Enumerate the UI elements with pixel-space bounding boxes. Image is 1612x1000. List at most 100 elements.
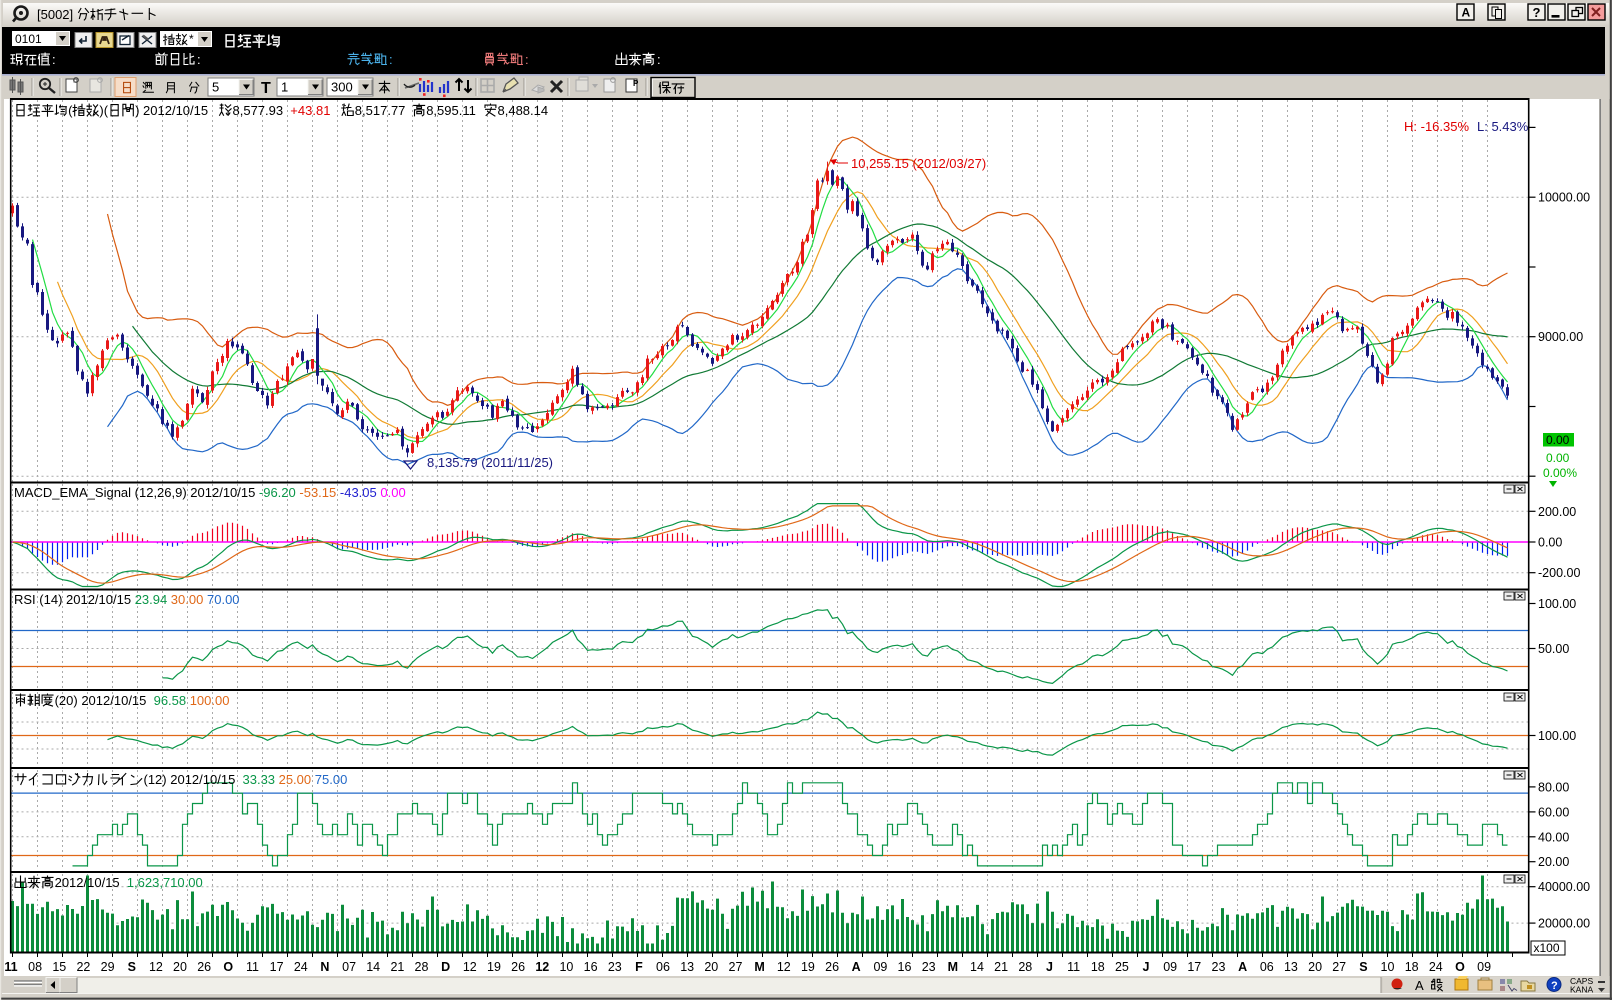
svg-text:RSI (14) 2012/10/15: RSI (14) 2012/10/15 — [14, 592, 131, 607]
svg-text:27: 27 — [1332, 960, 1346, 974]
svg-text:9000.00: 9000.00 — [1538, 330, 1583, 344]
svg-text:0.00%: 0.00% — [1543, 466, 1577, 480]
svg-text:28: 28 — [415, 960, 429, 974]
svg-text:) 2012/10/15: ) 2012/10/15 — [135, 103, 208, 118]
svg-text:S: S — [1359, 960, 1367, 974]
svg-text:A: A — [1238, 960, 1247, 974]
svg-text:-53.15: -53.15 — [299, 485, 336, 500]
svg-text:19: 19 — [487, 960, 501, 974]
svg-text:14: 14 — [970, 960, 984, 974]
svg-text:17: 17 — [270, 960, 284, 974]
svg-text:1: 1 — [281, 80, 288, 95]
svg-text:09: 09 — [1163, 960, 1177, 974]
svg-text:(20) 2012/10/15: (20) 2012/10/15 — [55, 693, 147, 708]
svg-text:25: 25 — [1115, 960, 1129, 974]
svg-text:09: 09 — [1477, 960, 1491, 974]
svg-text:19: 19 — [801, 960, 815, 974]
svg-text:11: 11 — [4, 960, 17, 974]
svg-text:1,623,710.00: 1,623,710.00 — [127, 875, 203, 890]
svg-text:+43.81: +43.81 — [290, 103, 330, 118]
svg-text:5: 5 — [212, 80, 219, 95]
svg-text:100.00: 100.00 — [1538, 729, 1576, 743]
svg-text:(12) 2012/10/15: (12) 2012/10/15 — [144, 772, 236, 787]
svg-text:07: 07 — [342, 960, 356, 974]
svg-text:21: 21 — [994, 960, 1008, 974]
svg-text:20: 20 — [173, 960, 187, 974]
svg-text:10: 10 — [559, 960, 573, 974]
svg-text:10000.00: 10000.00 — [1538, 191, 1590, 205]
svg-text:11: 11 — [1067, 960, 1080, 974]
svg-text:16: 16 — [898, 960, 912, 974]
svg-text:)(: )( — [99, 103, 108, 118]
svg-text:0.00: 0.00 — [380, 485, 405, 500]
svg-text:06: 06 — [1260, 960, 1274, 974]
svg-text:x100: x100 — [1534, 941, 1560, 955]
svg-text:300: 300 — [331, 80, 353, 95]
svg-text:[5002]: [5002] — [37, 7, 73, 22]
svg-text::: : — [52, 52, 56, 67]
svg-text:25.00: 25.00 — [279, 772, 312, 787]
svg-text::: : — [525, 52, 529, 67]
svg-text:D: D — [441, 960, 450, 974]
svg-text:0.00: 0.00 — [1546, 451, 1570, 465]
svg-text:M: M — [754, 960, 764, 974]
svg-text:MACD_EMA_Signal (12,26,9) 2012: MACD_EMA_Signal (12,26,9) 2012/10/15 — [14, 485, 255, 500]
svg-text:T: T — [261, 80, 271, 97]
svg-text:60.00: 60.00 — [1538, 805, 1569, 819]
svg-text:O: O — [1455, 960, 1465, 974]
svg-text:22: 22 — [76, 960, 90, 974]
svg-text:08: 08 — [28, 960, 42, 974]
svg-text:P: P — [633, 79, 639, 88]
svg-text:96.58: 96.58 — [154, 693, 187, 708]
svg-text:14: 14 — [366, 960, 380, 974]
svg-text:*: * — [189, 32, 194, 46]
svg-text:70.00: 70.00 — [207, 592, 240, 607]
svg-text:8,595.11: 8,595.11 — [426, 103, 476, 118]
svg-text:50.00: 50.00 — [1538, 642, 1569, 656]
svg-text:18: 18 — [1405, 960, 1419, 974]
svg-text:20000.00: 20000.00 — [1538, 917, 1590, 931]
svg-text:-43.05: -43.05 — [340, 485, 377, 500]
svg-text:26: 26 — [511, 960, 525, 974]
svg-text:8,135.79 (2011/11/25): 8,135.79 (2011/11/25) — [427, 455, 553, 470]
svg-text:2012/10/15: 2012/10/15 — [55, 875, 120, 890]
svg-text:40000.00: 40000.00 — [1538, 880, 1590, 894]
svg-text:13: 13 — [1284, 960, 1298, 974]
svg-text:26: 26 — [825, 960, 839, 974]
svg-text:L: 5.43%: L: 5.43% — [1477, 119, 1529, 134]
svg-text:26: 26 — [197, 960, 211, 974]
svg-text:12: 12 — [149, 960, 163, 974]
svg-text:27: 27 — [729, 960, 743, 974]
svg-text:8,517.77: 8,517.77 — [355, 103, 406, 118]
svg-text:10,255.15 (2012/03/27): 10,255.15 (2012/03/27) — [851, 156, 986, 171]
svg-text:23: 23 — [922, 960, 936, 974]
svg-text:A: A — [1415, 978, 1424, 993]
svg-text:A: A — [1462, 6, 1471, 20]
svg-text:12: 12 — [777, 960, 791, 974]
svg-text:21: 21 — [390, 960, 404, 974]
svg-text:17: 17 — [1187, 960, 1201, 974]
svg-text:15: 15 — [52, 960, 66, 974]
svg-text:100.00: 100.00 — [1538, 597, 1576, 611]
svg-text:-200.00: -200.00 — [1538, 566, 1580, 580]
svg-text:F: F — [635, 960, 643, 974]
svg-text:KANA: KANA — [1570, 985, 1593, 995]
svg-text:J: J — [1046, 960, 1053, 974]
svg-text:11: 11 — [246, 960, 259, 974]
svg-text:30.00: 30.00 — [171, 592, 204, 607]
svg-text:?: ? — [1551, 980, 1558, 992]
svg-text:N: N — [320, 960, 329, 974]
svg-text:75.00: 75.00 — [315, 772, 348, 787]
svg-text:06: 06 — [656, 960, 670, 974]
svg-text:(: ( — [68, 103, 73, 118]
svg-text:28: 28 — [1018, 960, 1032, 974]
svg-text:24: 24 — [1429, 960, 1443, 974]
svg-text:80.00: 80.00 — [1538, 780, 1569, 794]
svg-text:J: J — [1143, 960, 1150, 974]
svg-text:100.00: 100.00 — [190, 693, 230, 708]
svg-text:24: 24 — [294, 960, 308, 974]
svg-text:20: 20 — [1308, 960, 1322, 974]
svg-text:16: 16 — [584, 960, 598, 974]
svg-text:23: 23 — [1212, 960, 1226, 974]
svg-text:09: 09 — [873, 960, 887, 974]
